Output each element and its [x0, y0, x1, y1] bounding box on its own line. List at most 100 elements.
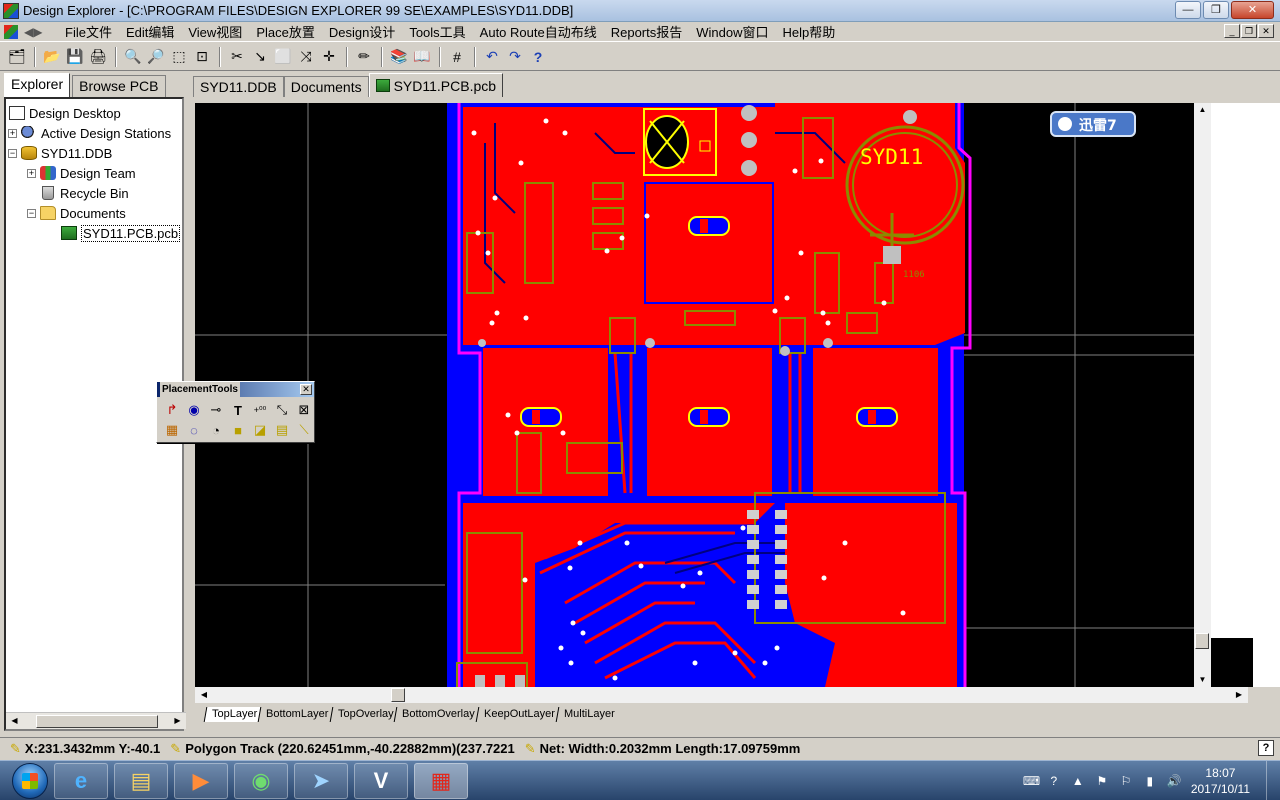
open-icon[interactable]: 📂: [41, 46, 63, 68]
menu-reports[interactable]: Reports报告: [604, 22, 690, 41]
save-icon[interactable]: 💾: [64, 46, 86, 68]
place-arc-edge-icon[interactable]: ◔: [206, 421, 226, 439]
menu-window[interactable]: Window窗口: [689, 22, 775, 41]
taskbar-protel-icon[interactable]: ▦: [414, 762, 468, 799]
palette-title-bar[interactable]: PlacementTools ✕: [157, 382, 314, 397]
doc-restore-button[interactable]: ❐: [1241, 24, 1257, 38]
security-icon[interactable]: ⚑: [1095, 774, 1109, 788]
place-fill-icon[interactable]: ■: [228, 421, 248, 439]
doc-minimize-button[interactable]: _: [1224, 24, 1240, 38]
menu-view[interactable]: View视图: [181, 22, 249, 41]
tree-node-design-team[interactable]: + Design Team: [27, 164, 136, 182]
menu-edit[interactable]: Edit编辑: [119, 22, 181, 41]
menu-help[interactable]: Help帮助: [776, 22, 843, 41]
volume-icon[interactable]: 🔊: [1167, 774, 1182, 788]
tree-node-recycle-bin[interactable]: Recycle Bin: [40, 184, 129, 202]
tab-browse-pcb[interactable]: Browse PCB: [72, 75, 166, 97]
zoom-in-icon[interactable]: 🔍: [122, 46, 144, 68]
collapse-icon[interactable]: −: [8, 148, 17, 158]
menu-tools[interactable]: Tools工具: [402, 22, 472, 41]
menu-file[interactable]: File文件: [58, 22, 119, 41]
scroll-left-icon[interactable]: ◀: [197, 688, 211, 702]
taskbar-vfour-icon[interactable]: V: [354, 762, 408, 799]
pcb-canvas[interactable]: SYD11 1106 迅雷7: [195, 103, 1198, 687]
place-copper-icon[interactable]: ▤: [272, 421, 292, 439]
tree-node-active-design-stations[interactable]: + Active Design Stations: [8, 124, 171, 142]
explorer-arrow-icon[interactable]: ◀▶: [24, 25, 54, 39]
tab-syd11-ddb[interactable]: SYD11.DDB: [193, 76, 284, 97]
minimize-button[interactable]: —: [1175, 1, 1201, 19]
scroll-thumb[interactable]: [36, 715, 158, 728]
tree-node-documents[interactable]: − Documents: [27, 204, 126, 222]
place-line-icon[interactable]: ↱: [162, 401, 182, 419]
start-button[interactable]: [12, 762, 48, 799]
place-room-icon[interactable]: ▦: [162, 421, 182, 439]
close-button[interactable]: ✕: [1231, 1, 1274, 19]
flag-icon[interactable]: ⚐: [1119, 774, 1133, 788]
layer-tab-bottom[interactable]: BottomLayer: [257, 706, 332, 722]
explorer-toggle-icon[interactable]: 🗂: [6, 46, 28, 68]
scroll-up-icon[interactable]: ▲: [1194, 103, 1211, 117]
zoom-fit-icon[interactable]: ⊡: [191, 46, 213, 68]
tab-documents[interactable]: Documents: [283, 76, 369, 97]
menu-auto-route[interactable]: Auto Route自动布线: [473, 22, 604, 41]
place-origin-icon[interactable]: ⊠: [294, 401, 314, 419]
zoom-area-icon[interactable]: ⬚: [168, 46, 190, 68]
network-icon[interactable]: ▮: [1143, 774, 1157, 788]
taskbar-player-icon[interactable]: ➤: [294, 762, 348, 799]
scroll-thumb[interactable]: [391, 688, 405, 702]
select-area-icon[interactable]: ⬜: [272, 46, 294, 68]
doc-close-button[interactable]: ✕: [1258, 24, 1274, 38]
pcb-drawing[interactable]: SYD11 1106 迅雷7: [195, 103, 1198, 687]
menu-place[interactable]: Place放置: [249, 22, 322, 41]
place-dimension-icon[interactable]: ⤡: [272, 401, 292, 419]
cross-probe-icon[interactable]: ✂: [226, 46, 248, 68]
expand-icon[interactable]: +: [27, 168, 36, 178]
place-coordinate-icon[interactable]: +⁰⁰: [250, 401, 270, 419]
taskbar-360-icon[interactable]: ◉: [234, 762, 288, 799]
taskbar-media-icon[interactable]: ▶: [174, 762, 228, 799]
place-polygon-icon[interactable]: ◪: [250, 421, 270, 439]
canvas-vertical-scrollbar[interactable]: ▲ ▼: [1194, 103, 1211, 687]
help-tray-icon[interactable]: ?: [1047, 774, 1061, 788]
app-icon[interactable]: [3, 2, 19, 19]
tab-syd11-pcb[interactable]: SYD11.PCB.pcb: [368, 73, 504, 97]
scroll-right-icon[interactable]: ▶: [171, 715, 184, 728]
xunlei-badge[interactable]: 迅雷7: [1050, 111, 1136, 137]
tree-node-syd11-pcb[interactable]: SYD11.PCB.pcb: [61, 224, 181, 242]
pencil-icon[interactable]: ✏: [353, 46, 375, 68]
print-icon[interactable]: 🖨: [87, 46, 109, 68]
collapse-icon[interactable]: −: [27, 208, 36, 218]
scroll-right-icon[interactable]: ▶: [1232, 688, 1246, 702]
library-icon[interactable]: 📚: [388, 46, 410, 68]
layer-tab-keepout[interactable]: KeepOutLayer: [475, 706, 559, 722]
show-hidden-icon[interactable]: ▲: [1071, 774, 1085, 788]
browse-library-icon[interactable]: 📖: [411, 46, 433, 68]
show-desktop-button[interactable]: [1266, 761, 1280, 800]
place-string-icon[interactable]: T: [228, 401, 248, 419]
place-via-icon[interactable]: ⊸: [206, 401, 226, 419]
keyboard-icon[interactable]: ⌨: [1023, 774, 1040, 788]
placement-tools-palette[interactable]: PlacementTools ✕ ↱ ◉ ⊸ T +⁰⁰ ⤡ ⊠ ▦ ◌ ◔ ■…: [156, 381, 315, 443]
palette-close-icon[interactable]: ✕: [300, 384, 312, 395]
tree-node-syd11-ddb[interactable]: − SYD11.DDB: [8, 144, 112, 162]
restore-button[interactable]: ❐: [1203, 1, 1229, 19]
document-logo-icon[interactable]: [4, 24, 18, 39]
canvas-horizontal-scrollbar[interactable]: ◀ ▶: [195, 687, 1248, 703]
tab-explorer[interactable]: Explorer: [4, 73, 71, 97]
taskbar-ie-icon[interactable]: e: [54, 762, 108, 799]
scroll-left-icon[interactable]: ◀: [8, 715, 21, 728]
clock[interactable]: 18:07 2017/10/11: [1191, 765, 1250, 797]
status-help-icon[interactable]: ?: [1258, 740, 1274, 756]
layer-tab-bottom-overlay[interactable]: BottomOverlay: [393, 706, 479, 722]
layer-tab-top[interactable]: TopLayer: [203, 706, 261, 722]
place-pad-icon[interactable]: ◉: [184, 401, 204, 419]
expand-icon[interactable]: +: [8, 128, 17, 138]
explorer-horizontal-scrollbar[interactable]: ◀ ▶: [6, 712, 186, 729]
tree-node-design-desktop[interactable]: Design Desktop: [9, 104, 121, 122]
route-icon[interactable]: ↘: [249, 46, 271, 68]
redo-icon[interactable]: ↷: [504, 46, 526, 68]
scroll-down-icon[interactable]: ▼: [1194, 673, 1211, 687]
layer-tab-top-overlay[interactable]: TopOverlay: [329, 706, 397, 722]
zoom-out-icon[interactable]: 🔎: [145, 46, 167, 68]
